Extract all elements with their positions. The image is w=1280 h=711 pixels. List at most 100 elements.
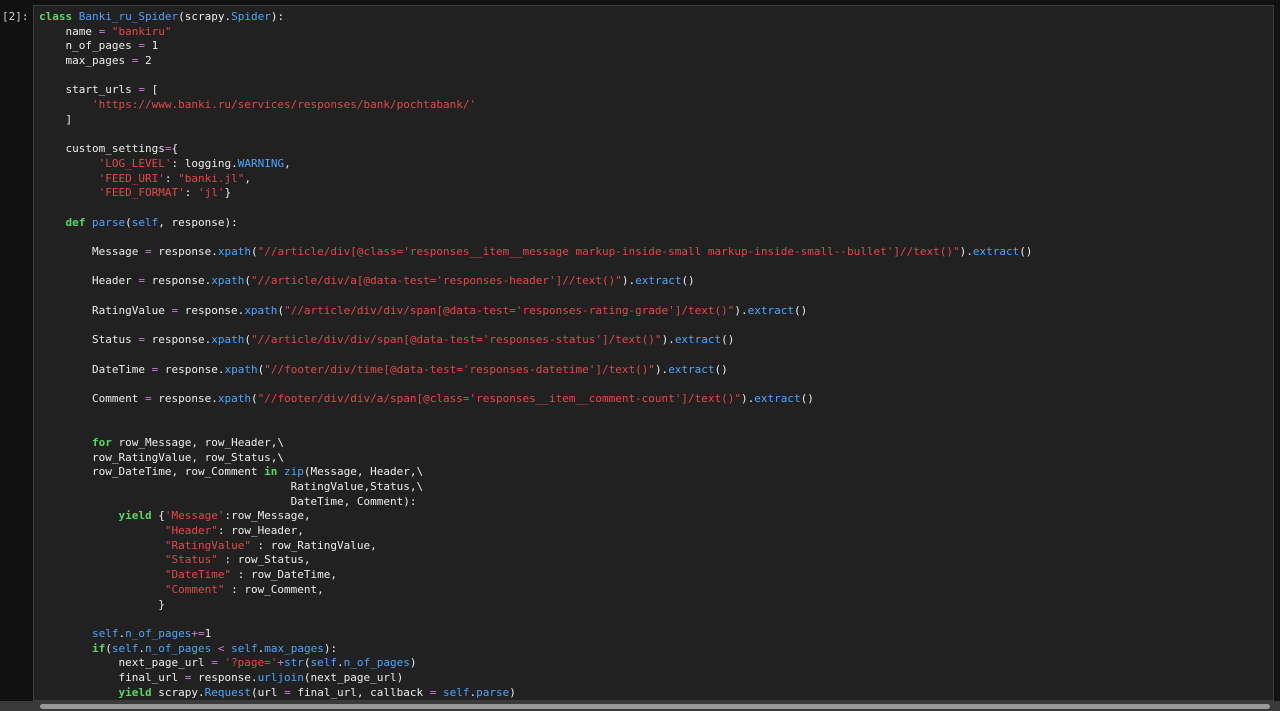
code-token: self — [91, 626, 119, 640]
code-token: ). — [661, 333, 675, 347]
code-token: { — [171, 142, 179, 156]
code-token: final_url — [39, 670, 185, 684]
code-token: next_page_url — [39, 656, 212, 670]
code-token: n_of_pages — [144, 641, 212, 655]
code-token: } — [39, 597, 165, 611]
code-token: 'jl' — [197, 186, 225, 200]
code-token: , response): — [158, 215, 238, 229]
code-line: class Banki_ru_Spider(scrapy.Spider): — [39, 10, 1032, 25]
scrollbar-thumb[interactable] — [40, 704, 1270, 709]
code-token: row_RatingValue, row_Status,\ — [39, 450, 285, 464]
code-token: DateTime, Comment): — [39, 494, 417, 508]
code-token: 1 — [144, 39, 159, 53]
code-line: next_page_url = '?page='+str(self.n_of_p… — [39, 656, 1032, 671]
code-token: . — [337, 656, 344, 670]
code-token: final_url, callback — [290, 685, 430, 699]
code-line: Header = response.xpath("//article/div/a… — [39, 274, 1032, 289]
code-token: ). — [959, 245, 973, 258]
code-token: Spider — [231, 10, 271, 23]
code-token: extract — [668, 362, 715, 376]
code-token: "DateTime" — [164, 568, 232, 582]
code-token: self — [231, 641, 258, 655]
code-token: : row_DateTime, — [231, 568, 338, 582]
code-line: if(self.n_of_pages < self.max_pages): — [39, 642, 1032, 657]
horizontal-scrollbar[interactable] — [0, 701, 1280, 711]
code-token: (next_page_url) — [303, 670, 404, 684]
cell-execution-prompt: [2]: — [2, 10, 29, 23]
code-editor[interactable]: class Banki_ru_Spider(scrapy.Spider): na… — [39, 10, 1032, 700]
code-token: start_urls — [39, 83, 139, 97]
code-token: WARNING — [237, 156, 285, 170]
code-token: ( — [244, 333, 251, 347]
code-token: parse — [476, 685, 510, 699]
code-line: custom_settings={ — [39, 142, 1032, 157]
code-line: "Comment" : row_Comment, — [39, 583, 1032, 598]
code-token: extract — [972, 245, 1020, 258]
code-token: (Message, Header,\ — [303, 465, 424, 479]
code-token: ] — [39, 112, 73, 126]
code-token: (url — [250, 685, 285, 699]
code-token: row_DateTime, row_Comment — [39, 465, 265, 479]
code-token: "//article/div/a[@data-test='responses-h… — [250, 274, 622, 288]
code-token: ) — [509, 685, 516, 699]
code-token: = — [144, 391, 152, 405]
code-line: RatingValue,Status,\ — [39, 480, 1032, 495]
code-token: { — [158, 509, 165, 523]
code-token: yield — [118, 685, 159, 699]
code-token: response. — [151, 245, 218, 258]
code-token: response. — [158, 362, 225, 376]
code-token: ( — [105, 641, 112, 655]
code-line: "Status" : row_Status, — [39, 553, 1032, 568]
code-token: = — [211, 656, 218, 670]
code-line: "Header": row_Header, — [39, 524, 1032, 539]
code-token: "//article/div/div/span[@data-test='resp… — [284, 303, 735, 317]
code-token: () — [721, 333, 735, 347]
code-token: max_pages — [264, 641, 324, 655]
code-token: "//footer/div/div/a/span[@class='respons… — [257, 391, 742, 405]
code-token: RatingValue — [39, 303, 172, 317]
code-line: 'LOG_LEVEL': logging.WARNING, — [39, 157, 1032, 172]
code-token: Banki_ru_Spider — [78, 10, 179, 23]
code-cell[interactable]: class Banki_ru_Spider(scrapy.Spider): na… — [33, 5, 1274, 701]
code-token: response. — [178, 303, 245, 317]
code-token: : row_RatingValue, — [250, 538, 377, 552]
code-token: n_of_pages — [343, 656, 410, 670]
code-line: 'FEED_FORMAT': 'jl'} — [39, 186, 1032, 201]
code-token: 'LOG_LEVEL' — [98, 156, 172, 170]
code-line: DateTime = response.xpath("//footer/div/… — [39, 363, 1032, 378]
code-token: xpath — [244, 303, 278, 317]
code-line: 'https://www.banki.ru/services/responses… — [39, 98, 1032, 113]
code-line: n_of_pages = 1 — [39, 39, 1032, 54]
code-token: "Comment" — [164, 582, 225, 596]
code-token: ). — [621, 274, 636, 288]
code-token: ( — [125, 215, 132, 229]
code-token: for — [91, 435, 119, 449]
code-token: ) — [409, 656, 417, 670]
code-token: ): — [323, 641, 338, 655]
code-token: : — [164, 171, 179, 185]
code-token: Request — [204, 685, 251, 699]
code-token: () — [714, 362, 728, 376]
code-token: "//article/div[@class='responses__item__… — [257, 245, 960, 258]
code-token: "banki.jl" — [178, 171, 245, 185]
code-token: in — [264, 465, 285, 479]
code-token: "Header" — [164, 524, 218, 538]
